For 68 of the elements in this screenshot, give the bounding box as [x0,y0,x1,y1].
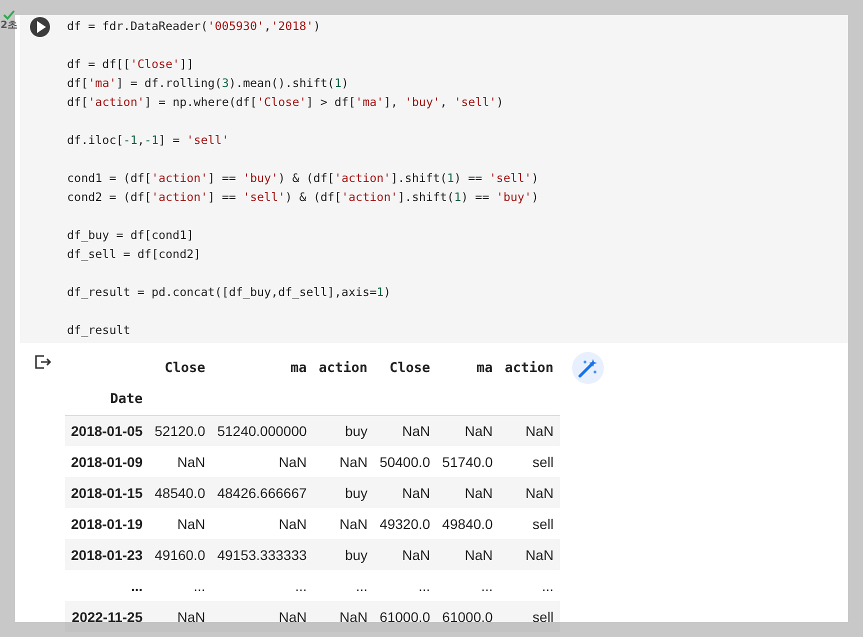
table-cell: sell [498,601,560,632]
table-cell: 61000.0 [436,601,499,632]
table-cell: ... [374,570,436,601]
table-cell: 48540.0 [148,477,212,508]
code-line: df = fdr.DataReader('005930','2018') [67,18,322,35]
code-line: df_sell = df[cond2] [67,246,202,263]
table-cell: NaN [312,446,374,477]
column-header: ma [476,359,494,378]
row-index: 2018-01-23 [65,539,149,570]
code-line: df['ma'] = df.rolling(3).mean().shift(1) [67,75,350,92]
table-cell: NaN [436,415,499,446]
table-cell: NaN [148,508,212,539]
table-cell: NaN [498,539,560,570]
table-cell: NaN [211,508,313,539]
table-cell: buy [312,477,374,508]
table-cell: 61000.0 [374,601,436,632]
table-cell: 50400.0 [374,446,436,477]
column-header: action [318,359,369,378]
column-header: action [504,359,555,378]
column-header: ma [290,359,308,378]
table-cell: buy [312,539,374,570]
table-cell: ... [148,570,212,601]
table-cell: 48426.666667 [211,477,313,508]
table-cell: 49153.333333 [211,539,313,570]
table-cell: NaN [498,477,560,508]
table-cell: 52120.0 [148,415,212,446]
table-cell: NaN [436,539,499,570]
code-line: df_result = pd.concat([df_buy,df_sell],axis=1) [67,284,392,301]
table-cell: NaN [374,477,436,508]
table-cell: NaN [148,601,212,632]
code-line: cond1 = (df['action'] == 'buy') & (df['action'].shift(1) == 'sell') [67,170,539,187]
table-cell: NaN [498,415,560,446]
table-cell: ... [436,570,499,601]
table-cell: NaN [312,601,374,632]
table-cell: NaN [436,477,499,508]
code-line: df.iloc[-1,-1] = 'sell' [67,132,230,149]
table-cell: 51240.000000 [211,415,313,446]
code-line: cond2 = (df['action'] == 'sell') & (df['action'].shift(1) == 'buy') [67,189,539,206]
table-cell: NaN [374,415,436,446]
row-index: 2018-01-05 [65,415,149,446]
table-cell: 49160.0 [148,539,212,570]
table-cell: 49840.0 [436,508,499,539]
row-index: 2018-01-09 [65,446,149,477]
table-cell: sell [498,508,560,539]
code-line: df['action'] = np.where(df['Close'] > df['ma'], 'buy', 'sell') [67,94,504,111]
table-cell: ... [312,570,374,601]
table-cell: 49320.0 [374,508,436,539]
row-index: ... [65,570,149,601]
column-header: Close [164,359,206,378]
column-header: Close [388,359,432,378]
table-cell: ... [211,570,313,601]
code-line: df_buy = df[cond1] [67,227,195,244]
row-index: 2022-11-25 [65,601,149,632]
table-cell: NaN [374,539,436,570]
index-header: Date [65,383,149,415]
table-cell: buy [312,415,374,446]
table-cell: NaN [211,601,313,632]
table-cell: ... [498,570,560,601]
code-line: df_result [67,322,132,339]
table-cell: NaN [148,446,212,477]
table-cell: NaN [211,446,313,477]
table-cell: NaN [312,508,374,539]
row-index: 2018-01-15 [65,477,149,508]
run-time: 2초 [0,20,18,32]
table-cell: sell [498,446,560,477]
table-cell: 51740.0 [436,446,499,477]
row-index: 2018-01-19 [65,508,149,539]
code-line: df = df[['Close']] [67,56,195,73]
